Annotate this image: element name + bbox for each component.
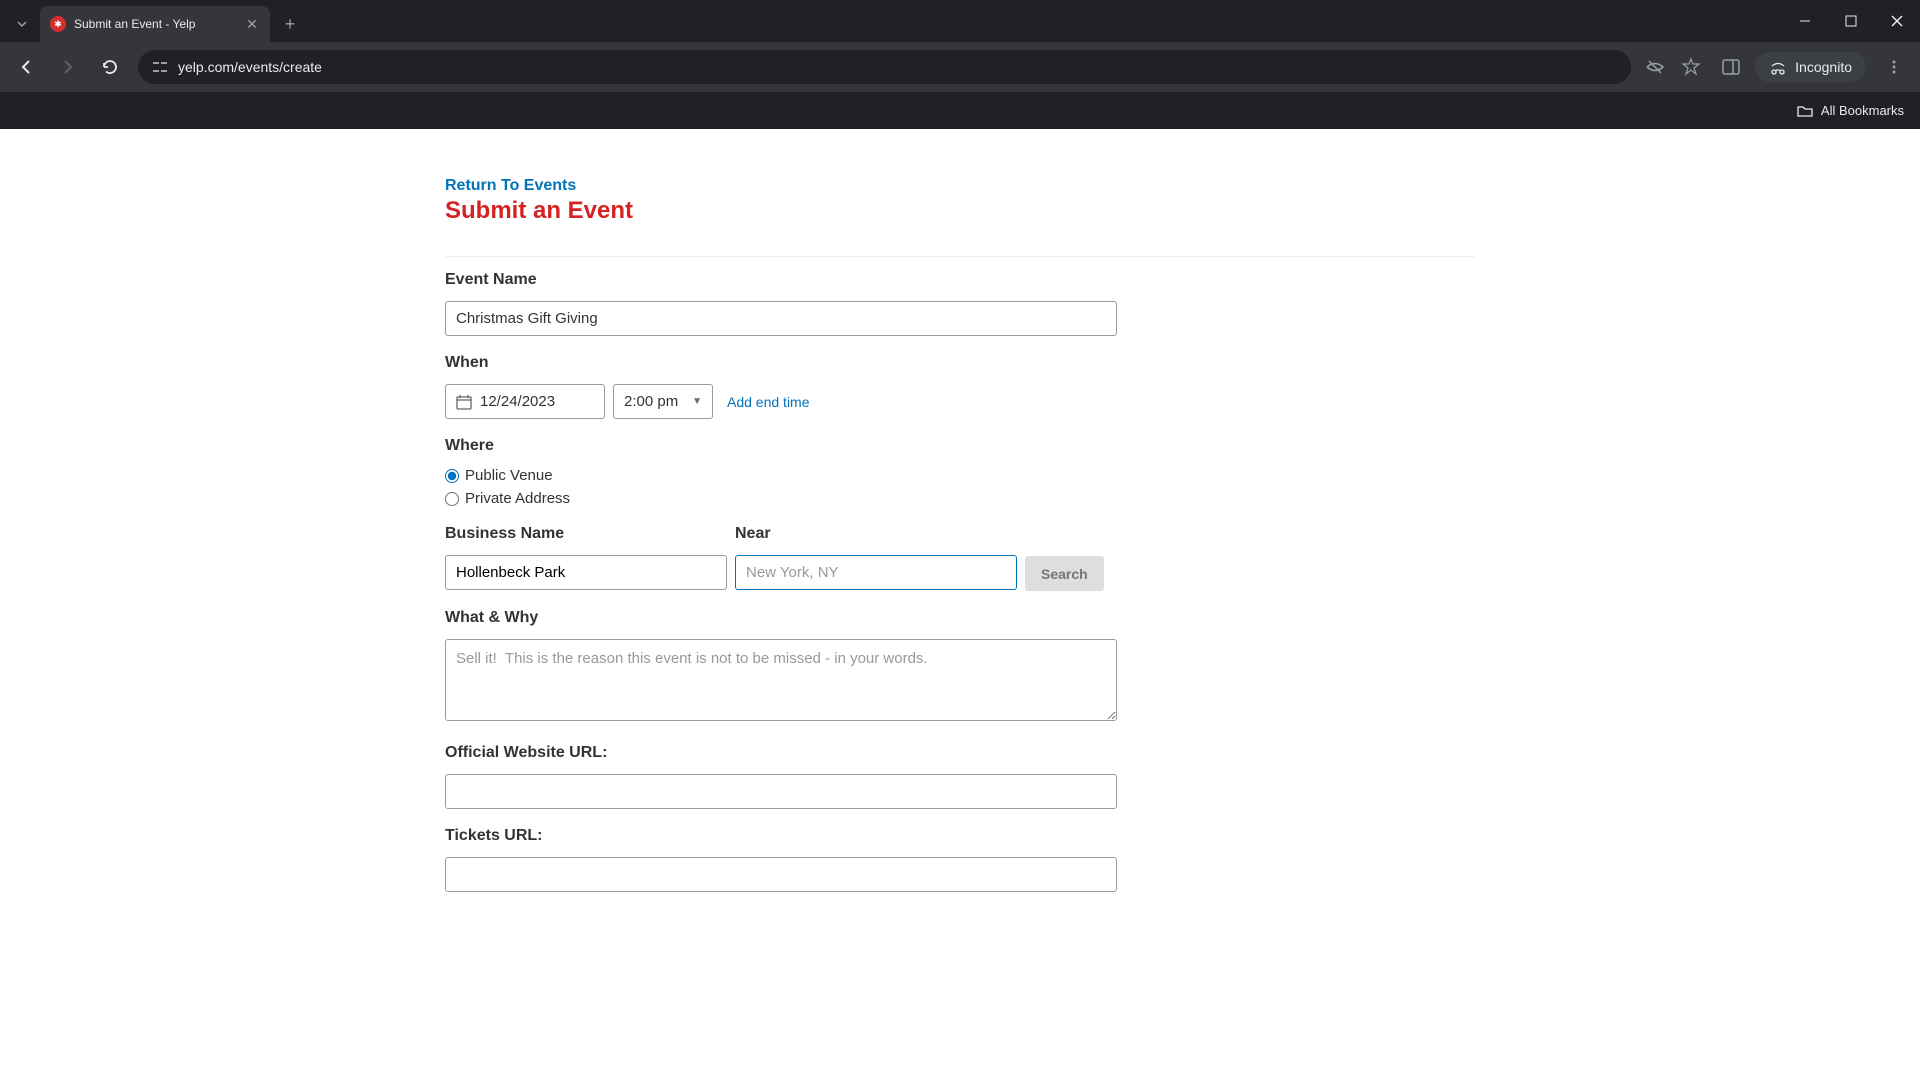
website-url-label: Official Website URL:: [445, 744, 1475, 762]
side-panel-icon[interactable]: [1721, 57, 1741, 77]
business-name-input[interactable]: [445, 555, 727, 590]
main-content: Return To Events Submit an Event Event N…: [445, 139, 1475, 892]
tab-close-icon[interactable]: ✕: [244, 16, 260, 33]
date-value: 12/24/2023: [480, 393, 555, 410]
url-bar: yelp.com/events/create Incognito: [0, 42, 1920, 92]
where-label: Where: [445, 437, 1475, 455]
divider: [445, 229, 1475, 257]
private-address-radio-input[interactable]: [445, 492, 459, 506]
time-select[interactable]: 2:00 pm ▼: [613, 384, 713, 419]
bookmark-star-icon[interactable]: [1681, 57, 1701, 77]
where-group: Where Public Venue Private Address: [445, 437, 1475, 507]
back-button[interactable]: [12, 53, 40, 81]
chevron-down-icon: ▼: [692, 396, 702, 407]
tab-title: Submit an Event - Yelp: [74, 17, 236, 31]
maximize-button[interactable]: [1828, 0, 1874, 42]
url-action-icons: [1645, 57, 1701, 77]
event-name-group: Event Name: [445, 271, 1475, 336]
return-to-events-link[interactable]: Return To Events: [445, 177, 1475, 195]
new-tab-button[interactable]: +: [276, 10, 304, 38]
near-input[interactable]: [735, 555, 1017, 590]
forward-button[interactable]: [54, 53, 82, 81]
minimize-button[interactable]: [1782, 0, 1828, 42]
window-controls: [1782, 0, 1920, 42]
url-text: yelp.com/events/create: [178, 59, 322, 75]
page-viewport[interactable]: Restaurants ▼ Home Services ▼ Auto Servi…: [0, 129, 1920, 1080]
date-input[interactable]: 12/24/2023: [445, 384, 605, 419]
browser-chrome: ✱ Submit an Event - Yelp ✕ +: [0, 0, 1920, 129]
top-nav: Restaurants ▼ Home Services ▼ Auto Servi…: [0, 129, 1920, 139]
when-group: When 12/24/2023 2:00 pm ▼ Add end time: [445, 354, 1475, 419]
venue-public-radio[interactable]: Public Venue: [445, 467, 1475, 484]
add-end-time-link[interactable]: Add end time: [727, 394, 810, 410]
yelp-favicon-icon: ✱: [50, 16, 66, 32]
reload-button[interactable]: [96, 53, 124, 81]
tickets-url-input[interactable]: [445, 857, 1117, 892]
incognito-badge[interactable]: Incognito: [1755, 52, 1866, 82]
all-bookmarks-label: All Bookmarks: [1821, 103, 1904, 118]
public-venue-radio-input[interactable]: [445, 469, 459, 483]
when-label: When: [445, 354, 1475, 372]
time-value: 2:00 pm: [624, 393, 678, 410]
calendar-icon: [456, 394, 472, 410]
what-why-textarea[interactable]: [445, 639, 1117, 721]
tickets-url-label: Tickets URL:: [445, 827, 1475, 845]
website-url-input[interactable]: [445, 774, 1117, 809]
bookmarks-bar: All Bookmarks: [0, 92, 1920, 129]
browser-menu-icon[interactable]: [1880, 59, 1908, 75]
event-name-label: Event Name: [445, 271, 1475, 289]
what-why-label: What & Why: [445, 609, 1475, 627]
folder-icon: [1797, 103, 1813, 119]
search-button[interactable]: Search: [1025, 556, 1104, 591]
all-bookmarks-button[interactable]: All Bookmarks: [1797, 103, 1904, 119]
venue-private-radio[interactable]: Private Address: [445, 490, 1475, 507]
browser-tab[interactable]: ✱ Submit an Event - Yelp ✕: [40, 6, 270, 42]
business-group: Business Name Near Search: [445, 525, 1475, 591]
website-url-group: Official Website URL:: [445, 744, 1475, 809]
business-name-label: Business Name: [445, 525, 727, 543]
public-venue-label: Public Venue: [465, 467, 553, 484]
tab-bar: ✱ Submit an Event - Yelp ✕ +: [0, 0, 1920, 42]
site-settings-icon[interactable]: [152, 59, 168, 75]
event-name-input[interactable]: [445, 301, 1117, 336]
close-window-button[interactable]: [1874, 0, 1920, 42]
page-title: Submit an Event: [445, 197, 1475, 225]
eye-off-icon[interactable]: [1645, 57, 1665, 77]
tickets-url-group: Tickets URL:: [445, 827, 1475, 892]
incognito-icon: [1769, 58, 1787, 76]
url-field[interactable]: yelp.com/events/create: [138, 50, 1631, 84]
near-label: Near: [735, 525, 1017, 543]
private-address-label: Private Address: [465, 490, 570, 507]
tab-search-dropdown[interactable]: [4, 6, 40, 42]
incognito-label: Incognito: [1795, 59, 1852, 75]
what-why-group: What & Why: [445, 609, 1475, 726]
